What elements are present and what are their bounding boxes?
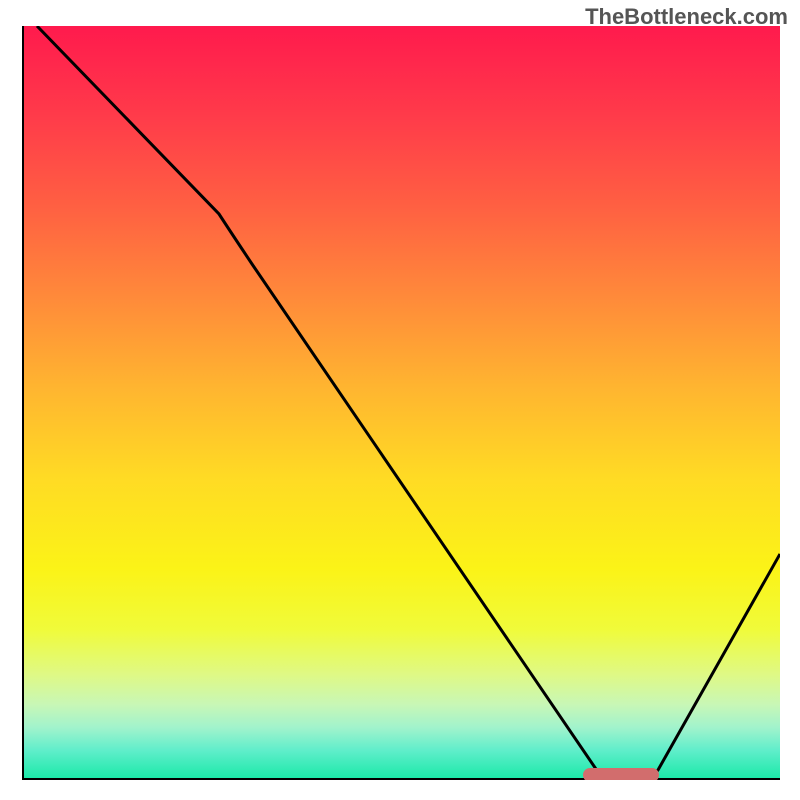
chart-container: TheBottleneck.com	[0, 0, 800, 800]
bottleneck-curve	[37, 26, 780, 778]
watermark-text: TheBottleneck.com	[585, 4, 788, 30]
chart-svg	[22, 26, 780, 780]
optimal-range-marker	[583, 768, 659, 780]
